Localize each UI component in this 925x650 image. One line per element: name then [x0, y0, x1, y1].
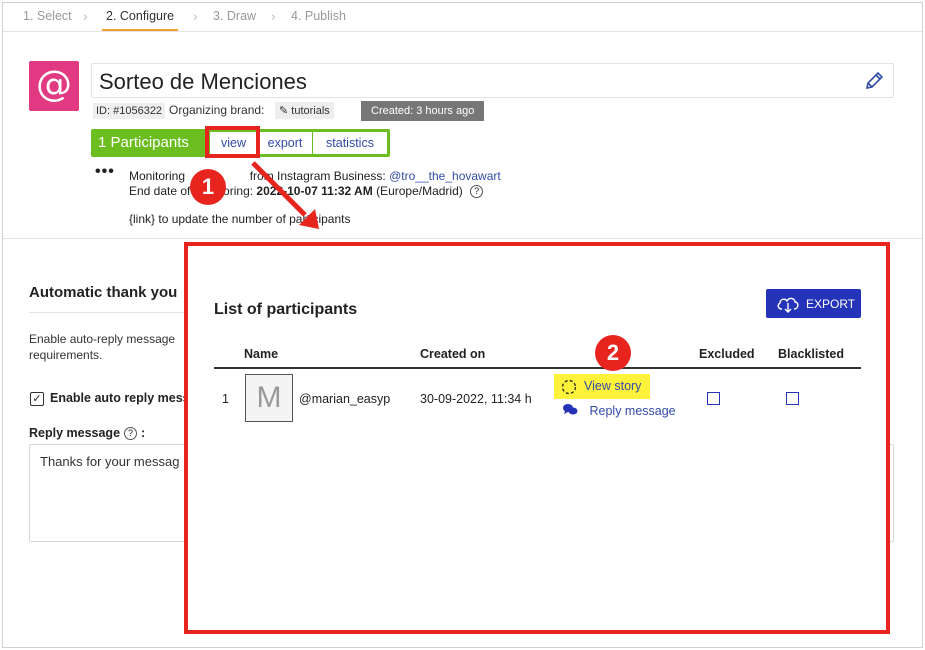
app-frame: 1. Select › 2. Configure › 3. Draw › 4. …: [2, 2, 923, 648]
annotation-step-1: 1: [190, 169, 226, 205]
annotation-arrow: [251, 161, 319, 229]
